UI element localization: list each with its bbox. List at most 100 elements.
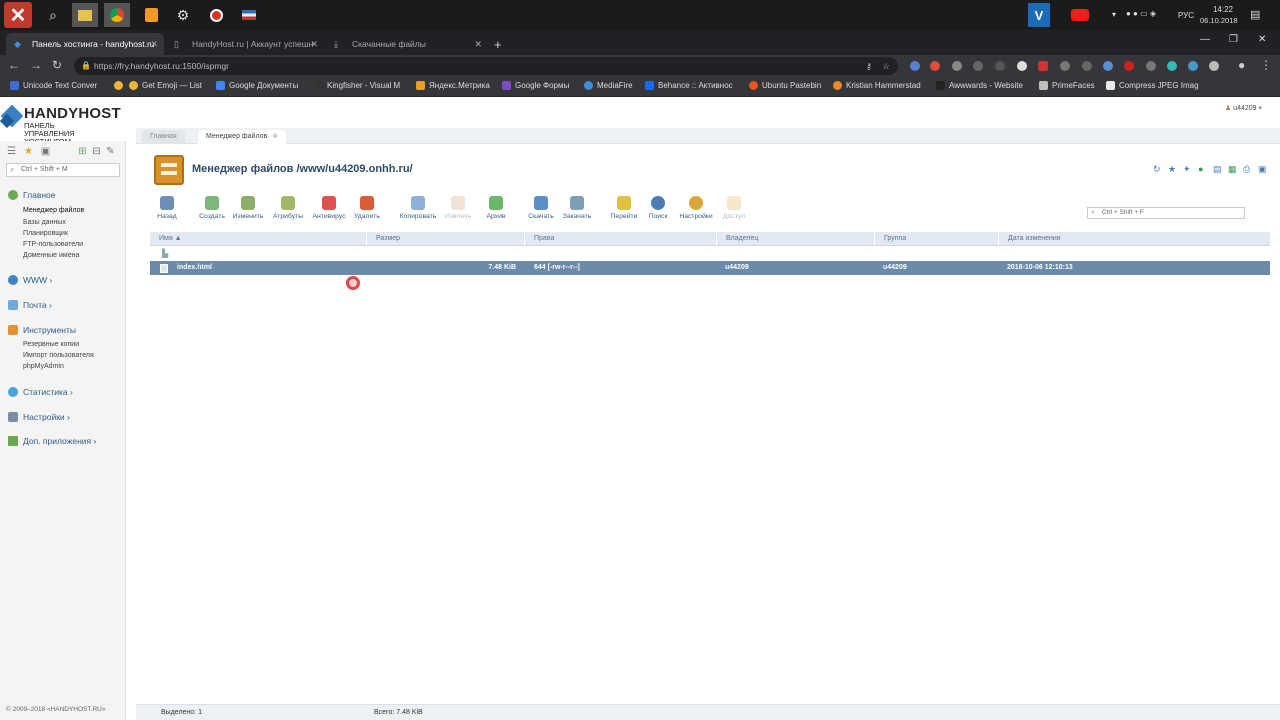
extension-icon[interactable] — [1082, 61, 1092, 71]
bookmark-item[interactable]: Behance :: Активнос — [645, 81, 733, 90]
tab-close-icon[interactable]: ✕ — [150, 39, 158, 50]
attributes-button[interactable]: Атрибуты — [268, 196, 308, 220]
reload-icon[interactable]: ↻ — [52, 58, 62, 72]
pin-icon[interactable]: ✎ — [105, 146, 116, 157]
extension-icon[interactable] — [1124, 61, 1134, 71]
collapse-all-icon[interactable]: ⊟ — [91, 146, 102, 157]
bookmark-item[interactable] — [114, 81, 127, 90]
extension-icon[interactable] — [1188, 61, 1198, 71]
bookmark-item[interactable]: PrimeFaces — [1039, 81, 1095, 90]
menu-dots-icon[interactable]: ⋮ — [1260, 58, 1272, 72]
camera-icon[interactable]: ▣ — [40, 146, 51, 157]
record-icon[interactable] — [203, 3, 229, 27]
search-icon[interactable]: ⌕ — [40, 3, 66, 27]
tray-apps-icon[interactable]: ● ● ▭ ◈ — [1126, 9, 1156, 18]
settings-button[interactable]: Настройки — [676, 196, 716, 220]
extension-icon[interactable] — [910, 61, 920, 71]
extract-button[interactable]: Извлечь — [438, 196, 478, 220]
star-icon[interactable]: ☆ — [882, 57, 890, 75]
search-button[interactable]: Поиск — [638, 196, 678, 220]
sidebar-group-settings[interactable]: Настройки › — [8, 412, 70, 422]
filter-input[interactable]: ⌕ Ctrl + Shift + F — [1087, 207, 1245, 219]
extension-icon[interactable] — [1103, 61, 1113, 71]
bookmark-item[interactable]: Google Документы — [216, 81, 298, 90]
bookmark-item[interactable]: Google Формы — [502, 81, 569, 90]
help-icon[interactable]: ▣ — [1258, 164, 1268, 174]
key-icon[interactable]: ⚷ — [866, 57, 872, 75]
tray-overflow-icon[interactable]: ▾ — [1112, 10, 1116, 19]
tab-close-icon[interactable]: ⊗ — [272, 130, 278, 144]
browser-tab-account[interactable]: ▯ HandyHost.ru | Аккаунт успешн ✕ — [166, 33, 324, 55]
refresh-icon[interactable]: ↻ — [1153, 164, 1163, 174]
sidebar-item-domains[interactable]: Доменные имена — [23, 252, 79, 259]
expand-all-icon[interactable]: ⊞ — [77, 146, 88, 157]
file-explorer-icon[interactable] — [72, 3, 98, 27]
bookmark-item[interactable]: Compress JPEG Imag — [1106, 81, 1199, 90]
tab-home[interactable]: Главная — [142, 130, 185, 144]
sidebar-item-scheduler[interactable]: Планировщик — [23, 230, 68, 237]
tab-close-icon[interactable]: ✕ — [310, 39, 318, 50]
sidebar-group-tools[interactable]: Инструменты — [8, 325, 76, 335]
keyboard-lang[interactable]: РУС — [1178, 11, 1194, 20]
url-field[interactable]: 🔒 https://fry.handyhost.ru:1500/ispmgr ⚷… — [74, 57, 898, 75]
document-icon[interactable]: ▤ — [1213, 164, 1223, 174]
upload-button[interactable]: Закачать — [557, 196, 597, 220]
antivirus-button[interactable]: Антивирус — [309, 196, 349, 220]
sidebar-item-import-user[interactable]: Импорт пользователя — [23, 352, 94, 359]
back-button[interactable]: Назад — [147, 196, 187, 220]
globe-icon[interactable]: ● — [1198, 164, 1208, 174]
sidebar-item-file-manager[interactable]: Менеджер файлов — [23, 207, 84, 214]
pin-icon[interactable]: ✦ — [1183, 164, 1193, 174]
new-tab-button[interactable]: + — [486, 33, 510, 55]
column-header-permissions[interactable]: Права — [524, 232, 716, 246]
sidebar-group-www[interactable]: WWW › — [8, 275, 52, 285]
archive-button[interactable]: Архив — [476, 196, 516, 220]
favorites-star-icon[interactable]: ★ — [23, 146, 34, 157]
delete-button[interactable]: Удалить — [347, 196, 387, 220]
sidebar-group-main[interactable]: Главное — [8, 190, 55, 200]
back-arrow-icon[interactable]: ← — [8, 58, 20, 72]
extension-icon[interactable] — [1038, 61, 1048, 71]
list-view-icon[interactable]: ☰ — [6, 146, 17, 157]
tab-file-manager[interactable]: Менеджер файлов ⊗ — [198, 130, 287, 144]
bookmark-item[interactable]: Ubuntu Pastebin — [749, 81, 821, 90]
extension-icon[interactable] — [930, 61, 940, 71]
column-header-modified[interactable]: Дата изменения — [998, 232, 1270, 246]
chrome-icon[interactable] — [104, 3, 130, 27]
browser-tab-downloads[interactable]: ⤓ Скачанные файлы ✕ — [326, 33, 488, 55]
bookmark-item[interactable]: Kingfisher - Visual M — [314, 81, 400, 90]
sublime-icon[interactable] — [138, 3, 164, 27]
extension-icon[interactable] — [1060, 61, 1070, 71]
browser-tab-panel[interactable]: ◆ Панель хостинга - handyhost.ru ✕ — [6, 33, 164, 55]
gear-icon[interactable]: ⚙ — [170, 3, 196, 27]
column-header-group[interactable]: Группа — [874, 232, 998, 246]
favorite-star-icon[interactable]: ★ — [1168, 164, 1178, 174]
bookmark-item[interactable]: Kristian Hammerstad — [833, 81, 921, 90]
create-button[interactable]: Создать — [192, 196, 232, 220]
extension-icon[interactable] — [1167, 61, 1177, 71]
export-icon[interactable]: ▦ — [1228, 164, 1238, 174]
bookmark-item[interactable]: MediaFire — [584, 81, 633, 90]
column-header-owner[interactable]: Владелец — [716, 232, 874, 246]
tab-close-icon[interactable]: ✕ — [474, 39, 482, 50]
handyhost-logo[interactable]: HANDYHOST ПАНЕЛЬ УПРАВЛЕНИЯ ХОСТИНГОМ — [0, 102, 127, 146]
extension-icon[interactable] — [1209, 61, 1219, 71]
flag-app-icon[interactable] — [236, 3, 262, 27]
extension-icon[interactable] — [952, 61, 962, 71]
clock-time[interactable]: 14:22 — [1208, 5, 1238, 14]
download-button[interactable]: Скачать — [521, 196, 561, 220]
bookmark-item[interactable]: Awwwards - Website — [936, 81, 1023, 90]
minimize-button[interactable]: — — [1200, 34, 1210, 45]
vpn-v-icon[interactable]: V — [1028, 3, 1050, 27]
sidebar-group-mail[interactable]: Почта › — [8, 300, 52, 310]
clock-date[interactable]: 06.10.2018 — [1200, 16, 1238, 25]
bookmark-item[interactable]: Яндекс.Метрика — [416, 81, 490, 90]
bookmark-item[interactable]: Unicode Text Conver — [10, 81, 97, 90]
table-row[interactable]: index.html 7.48 KiB 644 [-rw-r--r--] u44… — [150, 261, 1270, 275]
restore-button[interactable]: ❐ — [1229, 34, 1238, 45]
youtube-icon[interactable] — [1068, 3, 1092, 27]
sidebar-search-input[interactable]: ⌕ Ctrl + Shift + M — [6, 163, 120, 177]
notifications-icon[interactable]: ▤ — [1250, 8, 1260, 21]
sidebar-group-statistics[interactable]: Статистика › — [8, 387, 73, 397]
extension-icon[interactable] — [1146, 61, 1156, 71]
